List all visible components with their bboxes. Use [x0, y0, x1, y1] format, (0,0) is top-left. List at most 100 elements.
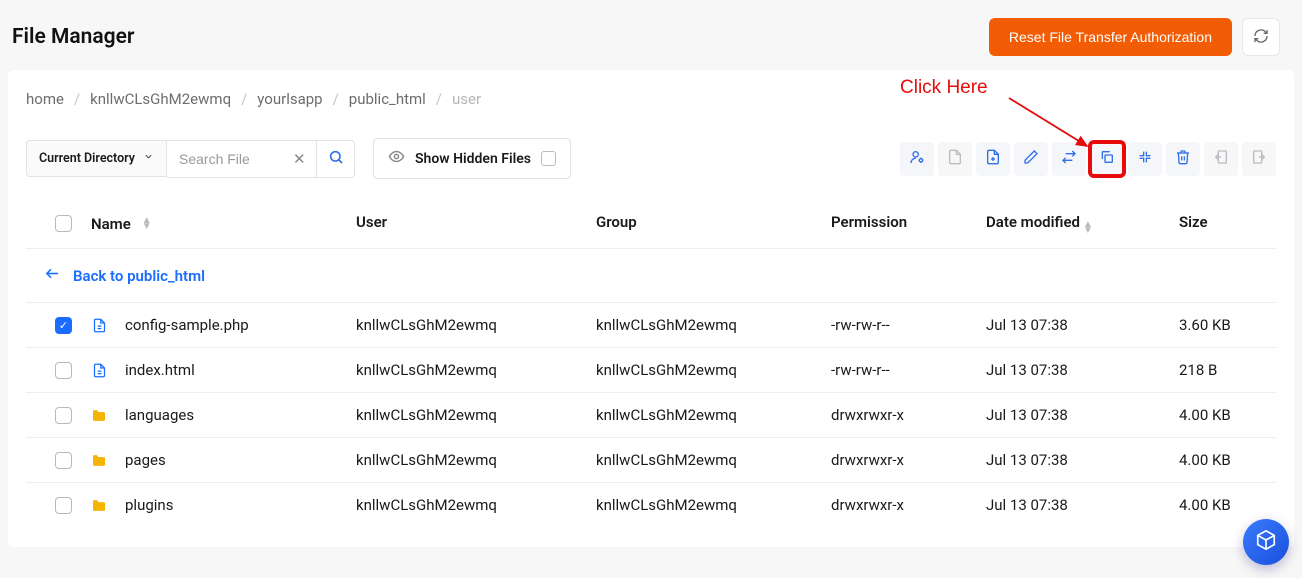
swap-button[interactable] — [1052, 142, 1086, 176]
cell-permission: drwxrwxr-x — [831, 451, 986, 469]
new-file-icon — [947, 149, 963, 168]
refresh-button[interactable] — [1242, 18, 1280, 56]
hidden-files-checkbox[interactable] — [541, 151, 556, 166]
table-row[interactable]: pagesknllwCLsGhM2ewmqknllwCLsGhM2ewmqdrw… — [26, 438, 1276, 483]
search-icon — [328, 149, 344, 168]
col-size[interactable]: Size — [1179, 213, 1266, 234]
directory-scope-select[interactable]: Current Directory — [26, 140, 167, 177]
col-name[interactable]: Name▲▼ — [91, 213, 356, 234]
breadcrumb-item[interactable]: public_html — [349, 90, 426, 108]
col-date[interactable]: Date modified▲▼ — [986, 213, 1179, 234]
move-right-icon — [1251, 149, 1267, 168]
table-row[interactable]: index.html knllwCLsGhM2ewmqknllwCLsGhM2ew… — [26, 348, 1276, 393]
cell-group: knllwCLsGhM2ewmq — [596, 496, 831, 514]
copy-icon — [1099, 149, 1115, 168]
cell-size: 4.00 KB — [1179, 496, 1266, 514]
breadcrumb: home/knllwCLsGhM2ewmq/yourlsapp/public_h… — [26, 90, 1276, 108]
cell-size: 4.00 KB — [1179, 451, 1266, 469]
col-user[interactable]: User — [356, 213, 596, 234]
row-checkbox[interactable] — [55, 452, 72, 469]
cell-group: knllwCLsGhM2ewmq — [596, 316, 831, 334]
select-all-checkbox[interactable] — [55, 215, 72, 232]
cell-date: Jul 13 07:38 — [986, 496, 1179, 514]
swap-icon — [1061, 149, 1077, 168]
folder-icon — [91, 407, 107, 423]
copy-button[interactable] — [1090, 142, 1124, 176]
cell-user: knllwCLsGhM2ewmq — [356, 496, 596, 514]
arrow-left-icon — [44, 265, 61, 286]
compress-icon — [1137, 149, 1153, 168]
breadcrumb-item: user — [452, 90, 481, 108]
col-group[interactable]: Group — [596, 213, 831, 234]
cell-permission: -rw-rw-r-- — [831, 316, 986, 334]
file-name: index.html — [125, 361, 195, 379]
back-link[interactable]: Back to public_html — [44, 265, 205, 286]
page-title: File Manager — [12, 25, 134, 49]
file-name: languages — [125, 406, 194, 424]
delete-button[interactable] — [1166, 142, 1200, 176]
file-name: pages — [125, 451, 166, 469]
breadcrumb-item[interactable]: knllwCLsGhM2ewmq — [90, 90, 231, 108]
cell-permission: -rw-rw-r-- — [831, 361, 986, 379]
chevron-down-icon — [143, 151, 154, 166]
cell-permission: drwxrwxr-x — [831, 406, 986, 424]
cell-date: Jul 13 07:38 — [986, 316, 1179, 334]
cell-user: knllwCLsGhM2ewmq — [356, 451, 596, 469]
file-icon — [91, 317, 107, 333]
row-checkbox[interactable] — [55, 407, 72, 424]
cell-group: knllwCLsGhM2ewmq — [596, 406, 831, 424]
breadcrumb-item[interactable]: home — [26, 90, 64, 108]
search-button[interactable] — [317, 140, 355, 178]
row-checkbox[interactable]: ✓ — [55, 317, 72, 334]
table-row[interactable]: languages knllwCLsGhM2ewmqknllwCLsGhM2ewm… — [26, 393, 1276, 438]
eye-icon — [388, 148, 405, 169]
move-right-button[interactable] — [1242, 142, 1276, 176]
folder-icon — [91, 497, 107, 513]
table-row[interactable]: ✓ config-sample.php knllwCLsGhM2ewmqknllwC… — [26, 303, 1276, 348]
refresh-icon — [1253, 28, 1269, 47]
cell-date: Jul 13 07:38 — [986, 406, 1179, 424]
edit-button[interactable] — [1014, 142, 1048, 176]
cell-date: Jul 13 07:38 — [986, 361, 1179, 379]
compress-button[interactable] — [1128, 142, 1162, 176]
move-left-button[interactable] — [1204, 142, 1238, 176]
move-left-icon — [1213, 149, 1229, 168]
cell-size: 4.00 KB — [1179, 406, 1266, 424]
edit-icon — [1023, 149, 1039, 168]
back-link-label: Back to public_html — [73, 267, 205, 285]
cube-icon — [1255, 529, 1277, 555]
row-checkbox[interactable] — [55, 362, 72, 379]
breadcrumb-item[interactable]: yourlsapp — [257, 90, 322, 108]
help-fab[interactable] — [1243, 519, 1289, 565]
new-folder-icon — [985, 149, 1001, 168]
new-file-button[interactable] — [938, 142, 972, 176]
sort-icon: ▲▼ — [1083, 222, 1093, 234]
cell-user: knllwCLsGhM2ewmq — [356, 316, 596, 334]
show-hidden-label: Show Hidden Files — [415, 151, 531, 167]
cell-user: knllwCLsGhM2ewmq — [356, 406, 596, 424]
cell-user: knllwCLsGhM2ewmq — [356, 361, 596, 379]
user-settings-button[interactable] — [900, 142, 934, 176]
col-permission[interactable]: Permission — [831, 213, 986, 234]
reset-auth-button[interactable]: Reset File Transfer Authorization — [989, 18, 1232, 56]
cell-size: 3.60 KB — [1179, 316, 1266, 334]
delete-icon — [1175, 149, 1191, 168]
new-folder-button[interactable] — [976, 142, 1010, 176]
file-name: plugins — [125, 496, 173, 514]
directory-scope-label: Current Directory — [39, 151, 135, 166]
user-settings-icon — [909, 149, 925, 168]
cell-size: 218 B — [1179, 361, 1266, 379]
file-table: Name▲▼ User Group Permission Date modifi… — [26, 201, 1276, 527]
folder-icon — [91, 452, 107, 468]
file-icon — [91, 362, 107, 378]
cell-date: Jul 13 07:38 — [986, 451, 1179, 469]
cell-group: knllwCLsGhM2ewmq — [596, 451, 831, 469]
sort-icon: ▲▼ — [142, 218, 152, 230]
table-row[interactable]: pluginsknllwCLsGhM2ewmqknllwCLsGhM2ewmqd… — [26, 483, 1276, 527]
action-bar — [900, 142, 1276, 176]
row-checkbox[interactable] — [55, 497, 72, 514]
show-hidden-toggle[interactable]: Show Hidden Files — [373, 138, 571, 179]
file-name: config-sample.php — [125, 316, 249, 334]
cell-group: knllwCLsGhM2ewmq — [596, 361, 831, 379]
cell-permission: drwxrwxr-x — [831, 496, 986, 514]
